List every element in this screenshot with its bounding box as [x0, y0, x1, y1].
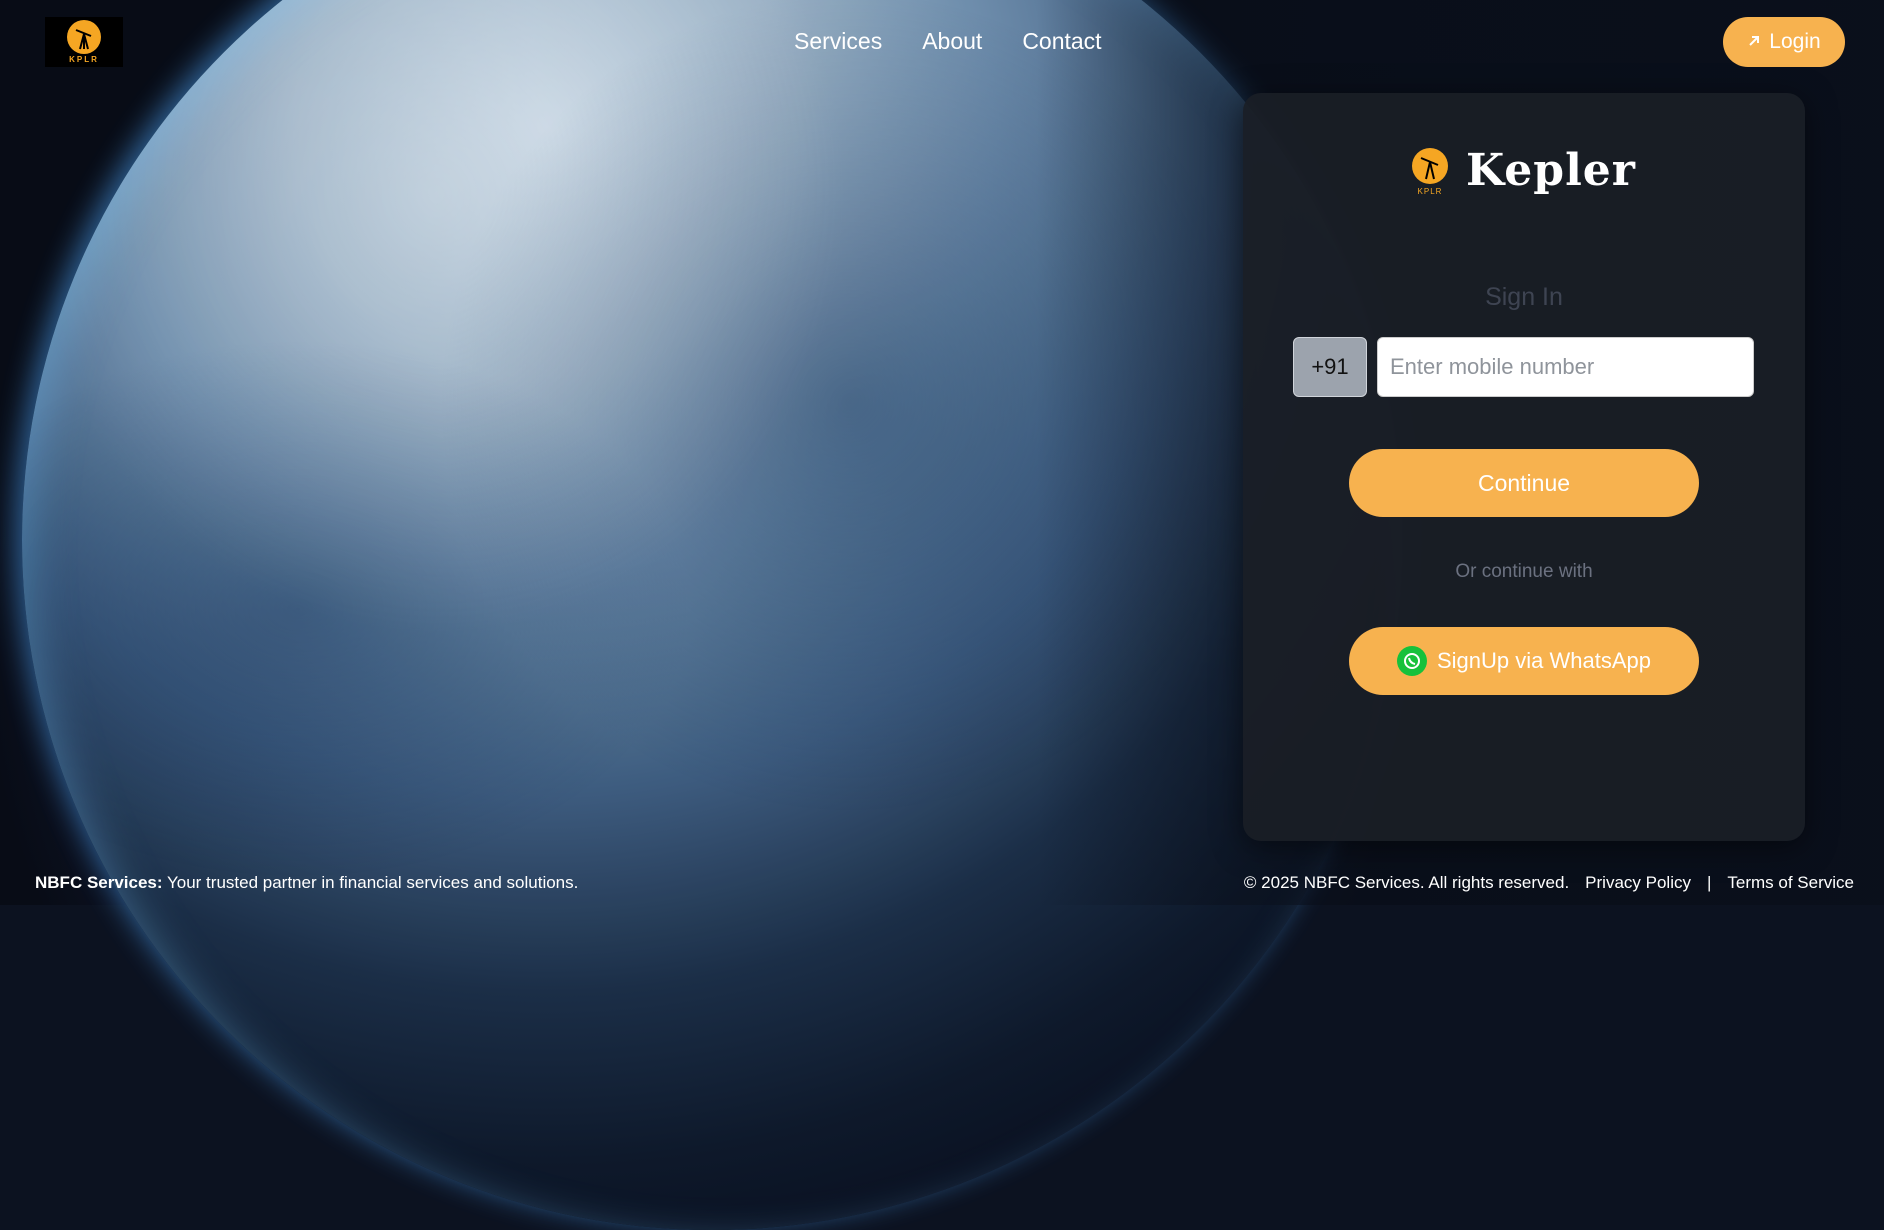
footer-links: © 2025 NBFC Services. All rights reserve…: [1244, 873, 1854, 893]
footer-tagline: NBFC Services: Your trusted partner in f…: [35, 873, 578, 893]
whatsapp-label: SignUp via WhatsApp: [1437, 648, 1651, 673]
login-button[interactable]: Login: [1723, 17, 1845, 67]
continue-button[interactable]: Continue: [1349, 449, 1699, 517]
nav-contact[interactable]: Contact: [1022, 28, 1101, 55]
privacy-policy-link[interactable]: Privacy Policy: [1585, 873, 1691, 893]
card-brand: KPLR Kepler: [1243, 145, 1805, 196]
nav-services[interactable]: Services: [794, 28, 882, 55]
arrow-up-right-icon: [1747, 30, 1761, 54]
nav-about[interactable]: About: [922, 28, 982, 55]
telescope-icon: [67, 20, 101, 54]
login-label: Login: [1769, 30, 1821, 53]
copyright: © 2025 NBFC Services. All rights reserve…: [1243, 873, 1570, 892]
footer-separator: |: [1706, 873, 1712, 892]
country-code-select[interactable]: +91: [1293, 337, 1367, 397]
site-logo[interactable]: KPLR: [45, 17, 123, 67]
logo-text: KPLR: [69, 55, 99, 64]
whatsapp-signup-button[interactable]: SignUp via WhatsApp: [1349, 627, 1699, 695]
mobile-number-input[interactable]: [1377, 337, 1754, 397]
telescope-icon: KPLR: [1412, 146, 1449, 196]
phone-row: +91: [1293, 337, 1754, 397]
svg-text:KPLR: KPLR: [1418, 187, 1443, 196]
footer-brand: NBFC Services:: [35, 873, 163, 892]
brand-name: Kepler: [1466, 145, 1636, 196]
or-continue-with-text: Or continue with: [1455, 561, 1593, 582]
signin-card: KPLR Kepler Sign In +91 Continue Or cont…: [1243, 93, 1805, 841]
signin-title: Sign In: [1485, 283, 1563, 311]
top-nav: Services About Contact: [794, 28, 1102, 55]
terms-of-service-link[interactable]: Terms of Service: [1727, 873, 1854, 893]
whatsapp-icon: [1397, 646, 1427, 676]
footer-tagline-text: Your trusted partner in financial servic…: [166, 873, 579, 892]
